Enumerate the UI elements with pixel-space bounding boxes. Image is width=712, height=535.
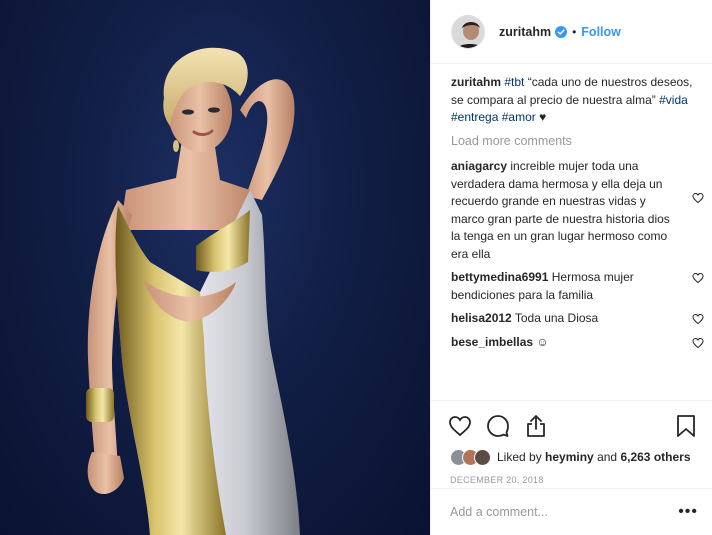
separator-dot: • xyxy=(572,24,577,39)
hashtag-amor[interactable]: #amor xyxy=(502,110,536,124)
verified-badge-icon xyxy=(555,25,568,38)
likes-row: Liked by heyminy and 6,263 others xyxy=(430,443,712,469)
likes-prefix: Liked by xyxy=(497,450,542,464)
hashtag-vida[interactable]: #vida xyxy=(659,93,688,107)
avatar[interactable] xyxy=(451,14,485,49)
comment-item: helisa2012 Toda una Diosa xyxy=(451,310,704,328)
caption-username[interactable]: zuritahm xyxy=(451,75,501,89)
comment-text: ☺ xyxy=(536,334,549,349)
comment-username[interactable]: bettymedina6991 xyxy=(451,270,548,284)
add-comment-input[interactable] xyxy=(450,505,679,519)
heart-emoji: ♥ xyxy=(539,110,547,124)
post-photo[interactable] xyxy=(0,0,430,535)
liker-avatars[interactable] xyxy=(450,448,491,466)
hashtag-tbt[interactable]: #tbt xyxy=(504,75,524,89)
comment-item: bettymedina6991 Hermosa mujer bendicione… xyxy=(451,269,704,304)
caption: zuritahm #tbt “cada uno de nuestros dese… xyxy=(451,74,704,127)
comment-text: increible mujer toda una verdadera dama … xyxy=(451,159,670,261)
comment-username[interactable]: helisa2012 xyxy=(451,311,512,325)
comment-item: aniagarcy increible mujer toda una verda… xyxy=(451,158,704,263)
bookmark-icon[interactable] xyxy=(674,414,698,438)
share-icon[interactable] xyxy=(524,414,548,438)
comment-like-heart-icon[interactable] xyxy=(692,272,704,284)
likes-count[interactable]: 6,263 others xyxy=(620,450,690,464)
liker-avatar xyxy=(474,448,491,466)
load-more-comments[interactable]: Load more comments xyxy=(451,133,704,151)
comment-bubble-icon[interactable] xyxy=(486,414,510,438)
comment-like-heart-icon[interactable] xyxy=(692,192,704,204)
comment-like-heart-icon[interactable] xyxy=(692,313,704,325)
post-username[interactable]: zuritahm xyxy=(499,25,551,39)
hashtag-entrega[interactable]: #entrega xyxy=(451,110,498,124)
comment-text: Toda una Diosa xyxy=(514,311,599,325)
post-header: zuritahm • Follow xyxy=(431,0,712,64)
comment-item: bese_imbellas ☺ xyxy=(451,334,704,352)
follow-button[interactable]: Follow xyxy=(581,25,621,39)
liker-username[interactable]: heyminy xyxy=(545,450,594,464)
post-image-illustration xyxy=(86,47,300,535)
action-icons-row xyxy=(430,401,712,443)
more-options-button[interactable]: ••• xyxy=(678,503,698,521)
avatar-image xyxy=(452,15,484,48)
comments-list: zuritahm #tbt “cada uno de nuestros dese… xyxy=(451,74,704,357)
heart-icon[interactable] xyxy=(448,414,472,438)
comment-like-heart-icon[interactable] xyxy=(692,337,704,349)
comment-username[interactable]: bese_imbellas xyxy=(451,335,533,349)
add-comment-bar: ••• xyxy=(430,488,712,535)
post-actions: Liked by heyminy and 6,263 others DECEMB… xyxy=(430,400,712,491)
likes-and: and xyxy=(597,450,618,464)
comment-username[interactable]: aniagarcy xyxy=(451,159,507,173)
